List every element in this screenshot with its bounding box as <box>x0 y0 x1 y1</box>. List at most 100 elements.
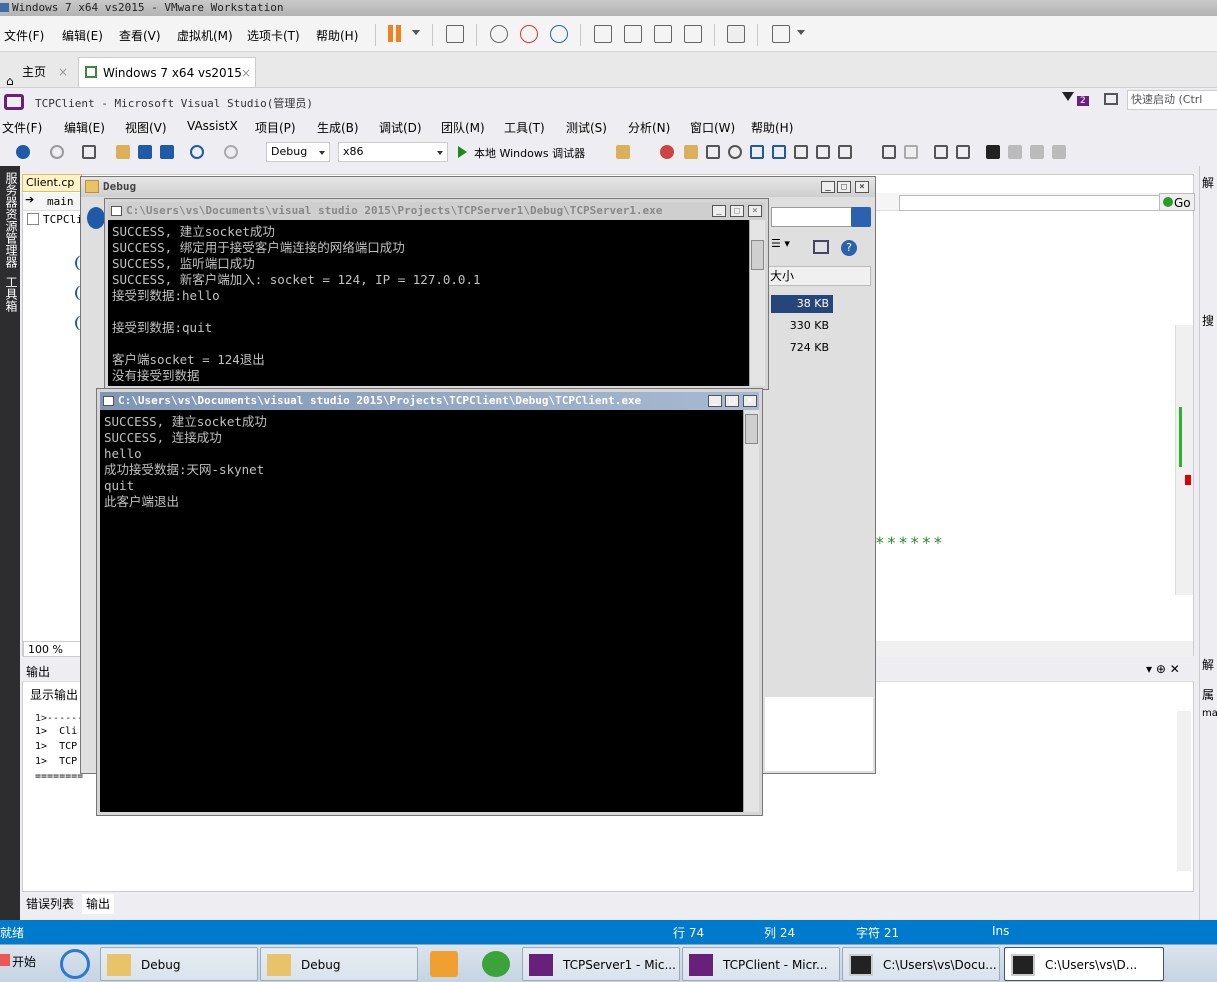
vm-menu-tabs[interactable]: 选项卡(T) <box>247 27 300 44</box>
vs-menu-edit[interactable]: 编辑(E) <box>64 119 105 136</box>
media-player-icon[interactable] <box>430 951 458 977</box>
stretch-icon[interactable] <box>772 25 790 43</box>
preview-pane-icon[interactable] <box>813 240 829 254</box>
goto-icon[interactable] <box>728 145 742 159</box>
minimize-button[interactable]: _ <box>712 205 726 217</box>
send-ctrl-alt-del-icon[interactable] <box>446 25 464 43</box>
refactor-icon[interactable] <box>838 145 852 159</box>
zoom-combo[interactable]: 100 % <box>23 641 83 657</box>
forward-icon[interactable] <box>50 145 64 159</box>
chevron-down-icon[interactable] <box>797 30 805 39</box>
tab-error-list[interactable]: 错误列表 <box>22 894 78 914</box>
spell-check-icon[interactable] <box>816 145 830 159</box>
file-size-cell[interactable]: 330 KB <box>771 319 829 332</box>
save-all-icon[interactable] <box>160 145 174 159</box>
tab-home[interactable]: ⌂ 主页 × <box>2 57 74 88</box>
vm-menu-edit[interactable]: 编辑(E) <box>62 27 103 44</box>
filter-icon[interactable] <box>1062 92 1074 107</box>
quick-launch-input[interactable]: 快速启动 (Ctrl <box>1127 90 1217 110</box>
start-button[interactable]: 开始 <box>0 953 36 970</box>
vs-menu-vassistx[interactable]: VAssistX <box>187 119 238 133</box>
vs-menu-view[interactable]: 视图(V) <box>125 119 167 136</box>
prev-bookmark-icon[interactable] <box>1008 145 1022 159</box>
refresh-app-icon[interactable] <box>482 951 510 977</box>
vm-menu-vm[interactable]: 虚拟机(M) <box>177 27 233 44</box>
vs-menu-tools[interactable]: 工具(T) <box>504 119 545 136</box>
document-tab[interactable]: Client.cp <box>22 174 82 192</box>
output-vscrollbar[interactable] <box>1177 711 1191 871</box>
scope-combo[interactable]: main <box>47 195 74 208</box>
vm-menu-help[interactable]: 帮助(H) <box>316 27 358 44</box>
feedback-icon[interactable] <box>1104 93 1118 105</box>
minimize-button[interactable]: _ <box>821 181 835 193</box>
back-icon[interactable] <box>87 207 105 229</box>
chevron-down-icon[interactable] <box>412 30 420 39</box>
maximize-button[interactable]: □ <box>730 205 744 217</box>
back-icon[interactable] <box>16 145 30 159</box>
snapshot-icon[interactable] <box>490 25 508 43</box>
pin-icon[interactable]: ▾ ⊕ ✕ <box>1146 662 1180 676</box>
solution-explorer-tab[interactable]: 解 <box>1202 174 1214 191</box>
file-size-cell[interactable]: 724 KB <box>771 341 829 354</box>
unity-icon[interactable] <box>684 25 702 43</box>
console-view-icon[interactable] <box>624 25 642 43</box>
config-select[interactable]: Debug <box>266 142 330 162</box>
size-column-header[interactable]: 大小 <box>767 266 871 286</box>
search-input[interactable] <box>771 207 853 227</box>
close-button[interactable]: × <box>855 181 869 193</box>
vs-menu-test[interactable]: 测试(S) <box>566 119 607 136</box>
open-corresponding-icon[interactable] <box>684 145 698 159</box>
close-button[interactable]: × <box>743 395 757 407</box>
server-console-window[interactable]: C:\Users\vs\Documents\visual studio 2015… <box>104 198 769 390</box>
library-icon[interactable] <box>594 25 612 43</box>
outdent-icon[interactable] <box>882 145 896 159</box>
server-explorer-tab[interactable]: 服务器资源管理器 <box>3 172 20 268</box>
editor-vscrollbar[interactable] <box>1175 325 1193 595</box>
fullscreen-icon[interactable] <box>654 25 672 43</box>
start-debugging-button[interactable]: 本地 Windows 调试器 <box>474 145 585 161</box>
taskbar-item-active[interactable]: C:\Users\vs\D... <box>1004 947 1164 981</box>
toolbox-tab[interactable]: 工具箱 <box>3 276 20 312</box>
minimize-button[interactable]: _ <box>708 395 722 407</box>
taskbar-item[interactable]: TCPServer1 - Mic... <box>522 947 680 981</box>
taskbar-item[interactable]: Debug <box>260 947 418 981</box>
close-icon[interactable]: × <box>58 57 68 87</box>
taskbar-item[interactable]: Debug <box>100 947 258 981</box>
tab-vm[interactable]: Windows 7 x64 vs2015 × <box>78 57 256 87</box>
new-project-icon[interactable] <box>82 145 96 159</box>
search-tab[interactable]: 搜 <box>1202 312 1214 329</box>
platform-select[interactable]: x86 <box>338 142 448 162</box>
uncomment-icon[interactable] <box>956 145 970 159</box>
pause-icon[interactable] <box>388 25 393 42</box>
bookmark-icon[interactable] <box>986 145 1000 159</box>
revert-snapshot-icon[interactable] <box>520 25 538 43</box>
vs-menu-debug[interactable]: 调试(D) <box>379 119 422 136</box>
vm-menu-file[interactable]: 文件(F) <box>4 27 44 44</box>
member-combo[interactable] <box>899 195 1179 211</box>
redo-icon[interactable] <box>224 145 238 159</box>
client-console-window[interactable]: C:\Users\vs\Documents\visual studio 2015… <box>96 388 763 816</box>
search-icon[interactable] <box>851 207 871 227</box>
snapshot-manager-icon[interactable] <box>550 25 568 43</box>
help-icon[interactable]: ? <box>841 240 857 256</box>
vassist-icon[interactable] <box>660 145 674 159</box>
play-icon[interactable] <box>458 146 473 158</box>
vs-menu-window[interactable]: 窗口(W) <box>690 119 735 136</box>
maximize-button[interactable]: □ <box>837 181 851 193</box>
notification-badge[interactable]: 2 <box>1077 96 1089 106</box>
tab-output[interactable]: 输出 <box>82 894 115 914</box>
vs-menu-build[interactable]: 生成(B) <box>317 119 359 136</box>
project-combo[interactable]: TCPCli <box>43 213 83 226</box>
next-bookmark-icon[interactable] <box>1030 145 1044 159</box>
maximize-button[interactable]: □ <box>725 395 739 407</box>
navigate-back-icon[interactable] <box>750 145 764 159</box>
vs-menu-file[interactable]: 文件(F) <box>2 119 42 136</box>
client-console-scrollbar[interactable] <box>743 410 759 812</box>
vs-menu-team[interactable]: 团队(M) <box>441 119 485 136</box>
navigate-forward-icon[interactable] <box>772 145 786 159</box>
find-in-files-icon[interactable] <box>616 145 630 159</box>
comment-icon[interactable] <box>934 145 948 159</box>
undo-icon[interactable] <box>190 145 204 159</box>
taskbar-item[interactable]: TCPClient - Micr... <box>682 947 840 981</box>
vs-menu-project[interactable]: 项目(P) <box>255 119 296 136</box>
